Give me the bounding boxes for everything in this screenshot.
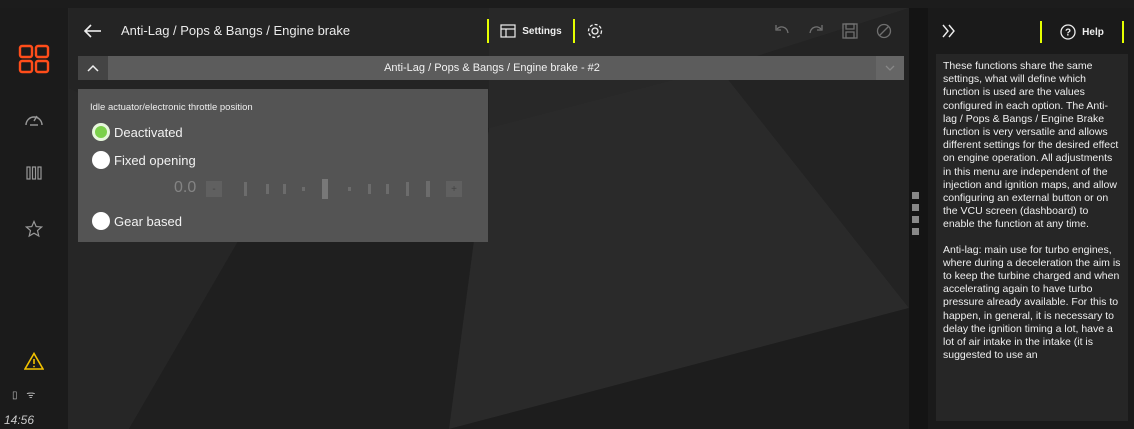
slider-tick — [426, 181, 430, 197]
clock-time: 14:56 — [4, 413, 35, 427]
slider-tick — [368, 184, 371, 194]
window-top-border — [0, 0, 1134, 8]
apps-grid-icon[interactable] — [14, 44, 54, 74]
stepper-value: 0.0 — [174, 179, 197, 196]
main-content: Anti-Lag / Pops & Bangs / Engine brake S… — [69, 8, 909, 429]
chevron-down-icon[interactable] — [876, 56, 904, 80]
back-arrow-icon[interactable] — [83, 22, 103, 40]
cancel-icon[interactable] — [875, 23, 893, 39]
help-paragraph: Anti-lag: main use for turbo engines, wh… — [943, 243, 1121, 362]
slider-tick — [283, 184, 286, 194]
columns-icon[interactable] — [14, 158, 54, 188]
warning-icon[interactable] — [14, 346, 54, 376]
tab-settings[interactable]: Settings — [487, 19, 575, 43]
option-fixed-opening[interactable]: Fixed opening — [92, 151, 196, 169]
help-panel: ? Help These functions share the same se… — [928, 8, 1134, 429]
save-icon[interactable] — [841, 23, 859, 39]
option-gear-based[interactable]: Gear based — [92, 212, 182, 230]
slider-tick — [406, 182, 409, 196]
radio-icon[interactable] — [92, 151, 110, 169]
stepper-minus-button: - — [206, 181, 222, 197]
redo-icon[interactable] — [807, 23, 825, 39]
option-label: Gear based — [114, 213, 182, 229]
undo-icon[interactable] — [773, 23, 791, 39]
speedometer-icon[interactable] — [14, 104, 54, 134]
page-dot[interactable] — [912, 216, 919, 223]
page-dot[interactable] — [912, 192, 919, 199]
table-icon — [500, 24, 516, 38]
throttle-position-panel: Idle actuator/electronic throttle positi… — [78, 89, 488, 242]
left-sidebar: ▯ ᯤ 14:56 — [0, 8, 69, 429]
slider-tick — [386, 184, 389, 194]
slider-tick — [244, 182, 247, 196]
svg-text:?: ? — [1065, 28, 1071, 39]
panel-label: Idle actuator/electronic throttle positi… — [90, 102, 253, 113]
slider-tick — [302, 187, 305, 191]
chevron-up-icon[interactable] — [78, 56, 108, 80]
slider-thumb — [322, 179, 328, 199]
option-label: Fixed opening — [114, 152, 196, 168]
page-indicator — [912, 192, 920, 240]
slider-tick — [266, 184, 269, 194]
radio-selected-icon[interactable] — [92, 123, 110, 141]
opening-stepper: 0.0 - + — [170, 177, 470, 201]
help-button-label: Help — [1082, 26, 1104, 38]
help-button[interactable]: ? Help — [1040, 21, 1124, 43]
double-chevron-right-icon[interactable] — [940, 22, 958, 40]
option-label: Deactivated — [114, 124, 183, 140]
page-dot[interactable] — [912, 228, 919, 235]
slider-tick — [348, 187, 351, 191]
tab-settings-label: Settings — [522, 25, 562, 37]
page-dot[interactable] — [912, 204, 919, 211]
question-circle-icon: ? — [1060, 24, 1076, 40]
top-toolbar: Anti-Lag / Pops & Bangs / Engine brake S… — [69, 8, 909, 54]
option-deactivated[interactable]: Deactivated — [92, 123, 183, 141]
help-paragraph: These functions share the same settings,… — [943, 60, 1119, 231]
stepper-plus-button: + — [446, 181, 462, 197]
section-title: Anti-Lag / Pops & Bangs / Engine brake -… — [384, 62, 600, 74]
battery-wifi-icon: ▯ ᯤ — [12, 390, 39, 401]
breadcrumb: Anti-Lag / Pops & Bangs / Engine brake — [121, 23, 351, 38]
section-header: Anti-Lag / Pops & Bangs / Engine brake -… — [78, 56, 904, 80]
radio-icon[interactable] — [92, 212, 110, 230]
help-text[interactable]: These functions share the same settings,… — [936, 54, 1128, 421]
gear-icon[interactable] — [581, 19, 609, 43]
star-icon[interactable] — [14, 214, 54, 244]
